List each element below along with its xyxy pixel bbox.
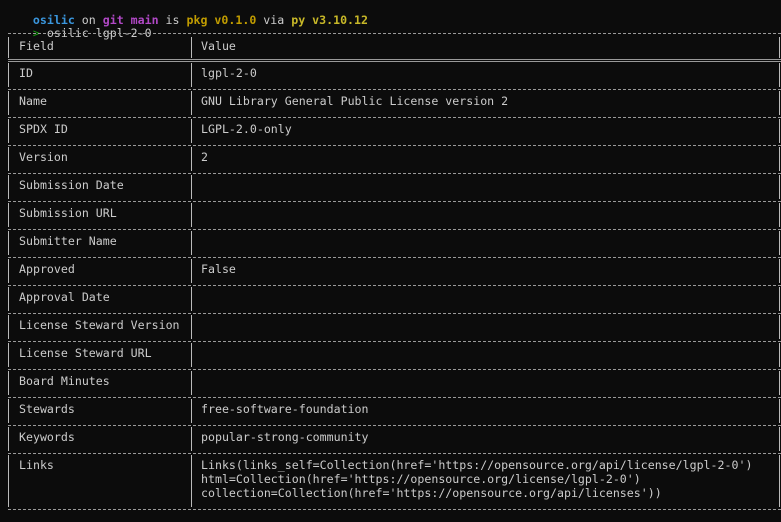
table-column-divider — [191, 455, 192, 507]
table-left-border — [8, 119, 9, 143]
table-right-border — [779, 399, 780, 423]
table-field-cell: Submission URL — [19, 206, 117, 220]
table-right-border — [779, 455, 780, 507]
table-left-border — [8, 455, 9, 507]
table-column-divider — [191, 371, 192, 395]
column-header-value: Value — [201, 39, 236, 53]
table-column-divider — [191, 287, 192, 311]
table-left-border — [8, 343, 9, 367]
table-left-border — [8, 399, 9, 423]
table-right-border — [779, 427, 780, 451]
table-value-cell-line3: collection=Collection(href='https://open… — [201, 486, 662, 500]
table-column-divider — [191, 231, 192, 255]
table-field-cell: Keywords — [19, 430, 75, 444]
table-field-cell: License Steward URL — [19, 346, 152, 360]
table-column-divider — [191, 399, 192, 423]
table-left-border — [8, 315, 9, 339]
prompt-python-version: py v3.10.12 — [291, 13, 368, 27]
command-line: > osilic lgpl-2-0 — [5, 12, 152, 40]
table-value-cell: LGPL-2.0-only — [201, 122, 292, 136]
table-right-border — [779, 343, 780, 367]
table-row-separator — [8, 425, 781, 426]
table-column-divider — [191, 91, 192, 115]
table-left-border — [8, 147, 9, 171]
table-column-divider — [191, 427, 192, 451]
table-column-divider — [191, 259, 192, 283]
table-value-cell: free-software-foundation — [201, 402, 369, 416]
table-column-divider — [191, 37, 192, 58]
table-left-border — [8, 259, 9, 283]
column-header-field: Field — [19, 39, 54, 53]
table-right-border — [779, 259, 780, 283]
prompt-via-text: via — [256, 13, 292, 27]
table-field-cell: Links — [19, 458, 54, 472]
table-column-divider — [191, 315, 192, 339]
table-left-border — [8, 427, 9, 451]
table-field-cell: Version — [19, 150, 68, 164]
terminal-window[interactable]: osilic on git main is pkg v0.1.0 via py … — [0, 0, 781, 522]
table-field-cell: SPDX ID — [19, 122, 68, 136]
prompt-is-text: is — [158, 13, 187, 27]
table-row-separator — [8, 341, 781, 342]
table-left-border — [8, 91, 9, 115]
table-left-border — [8, 231, 9, 255]
table-left-border — [8, 203, 9, 227]
header-separator — [8, 59, 781, 62]
table-value-cell: Links(links_self=Collection(href='https:… — [201, 458, 753, 472]
table-top-border — [8, 33, 781, 34]
table-row-separator — [8, 145, 781, 146]
table-field-cell: Name — [19, 94, 47, 108]
table-right-border — [779, 371, 780, 395]
table-right-border — [779, 91, 780, 115]
table-right-border — [779, 147, 780, 171]
table-right-border — [779, 231, 780, 255]
table-right-border — [779, 287, 780, 311]
table-field-cell: ID — [19, 66, 33, 80]
table-field-cell: Approval Date — [19, 290, 110, 304]
table-row-separator — [8, 229, 781, 230]
table-column-divider — [191, 203, 192, 227]
table-value-cell: GNU Library General Public License versi… — [201, 94, 509, 108]
table-field-cell: Board Minutes — [19, 374, 110, 388]
table-field-cell: Approved — [19, 262, 75, 276]
table-value-cell: popular-strong-community — [201, 430, 369, 444]
table-row-separator — [8, 453, 781, 454]
table-right-border — [779, 37, 780, 58]
prompt-package-version: pkg v0.1.0 — [186, 13, 257, 27]
table-row-separator — [8, 173, 781, 174]
table-right-border — [779, 315, 780, 339]
table-field-cell: License Steward Version — [19, 318, 180, 332]
table-row-separator — [8, 313, 781, 314]
table-row-separator — [8, 201, 781, 202]
table-right-border — [779, 63, 780, 87]
table-left-border — [8, 63, 9, 87]
table-row-separator — [8, 509, 781, 510]
table-left-border — [8, 371, 9, 395]
table-row-separator — [8, 369, 781, 370]
table-value-cell-line2: html=Collection(href='https://opensource… — [201, 472, 641, 486]
table-right-border — [779, 119, 780, 143]
table-column-divider — [191, 175, 192, 199]
table-row-separator — [8, 89, 781, 90]
table-column-divider — [191, 147, 192, 171]
table-value-cell: False — [201, 262, 236, 276]
table-row-separator — [8, 117, 781, 118]
table-left-border — [8, 287, 9, 311]
table-field-cell: Submission Date — [19, 178, 124, 192]
table-row-separator — [8, 397, 781, 398]
table-row-separator — [8, 285, 781, 286]
table-column-divider — [191, 119, 192, 143]
table-right-border — [779, 203, 780, 227]
table-field-cell: Submitter Name — [19, 234, 117, 248]
table-column-divider — [191, 63, 192, 87]
table-row-separator — [8, 257, 781, 258]
table-left-border — [8, 37, 9, 58]
table-field-cell: Stewards — [19, 402, 75, 416]
table-value-cell: lgpl-2-0 — [201, 66, 257, 80]
table-value-cell: 2 — [201, 150, 208, 164]
table-right-border — [779, 175, 780, 199]
table-left-border — [8, 175, 9, 199]
table-column-divider — [191, 343, 192, 367]
